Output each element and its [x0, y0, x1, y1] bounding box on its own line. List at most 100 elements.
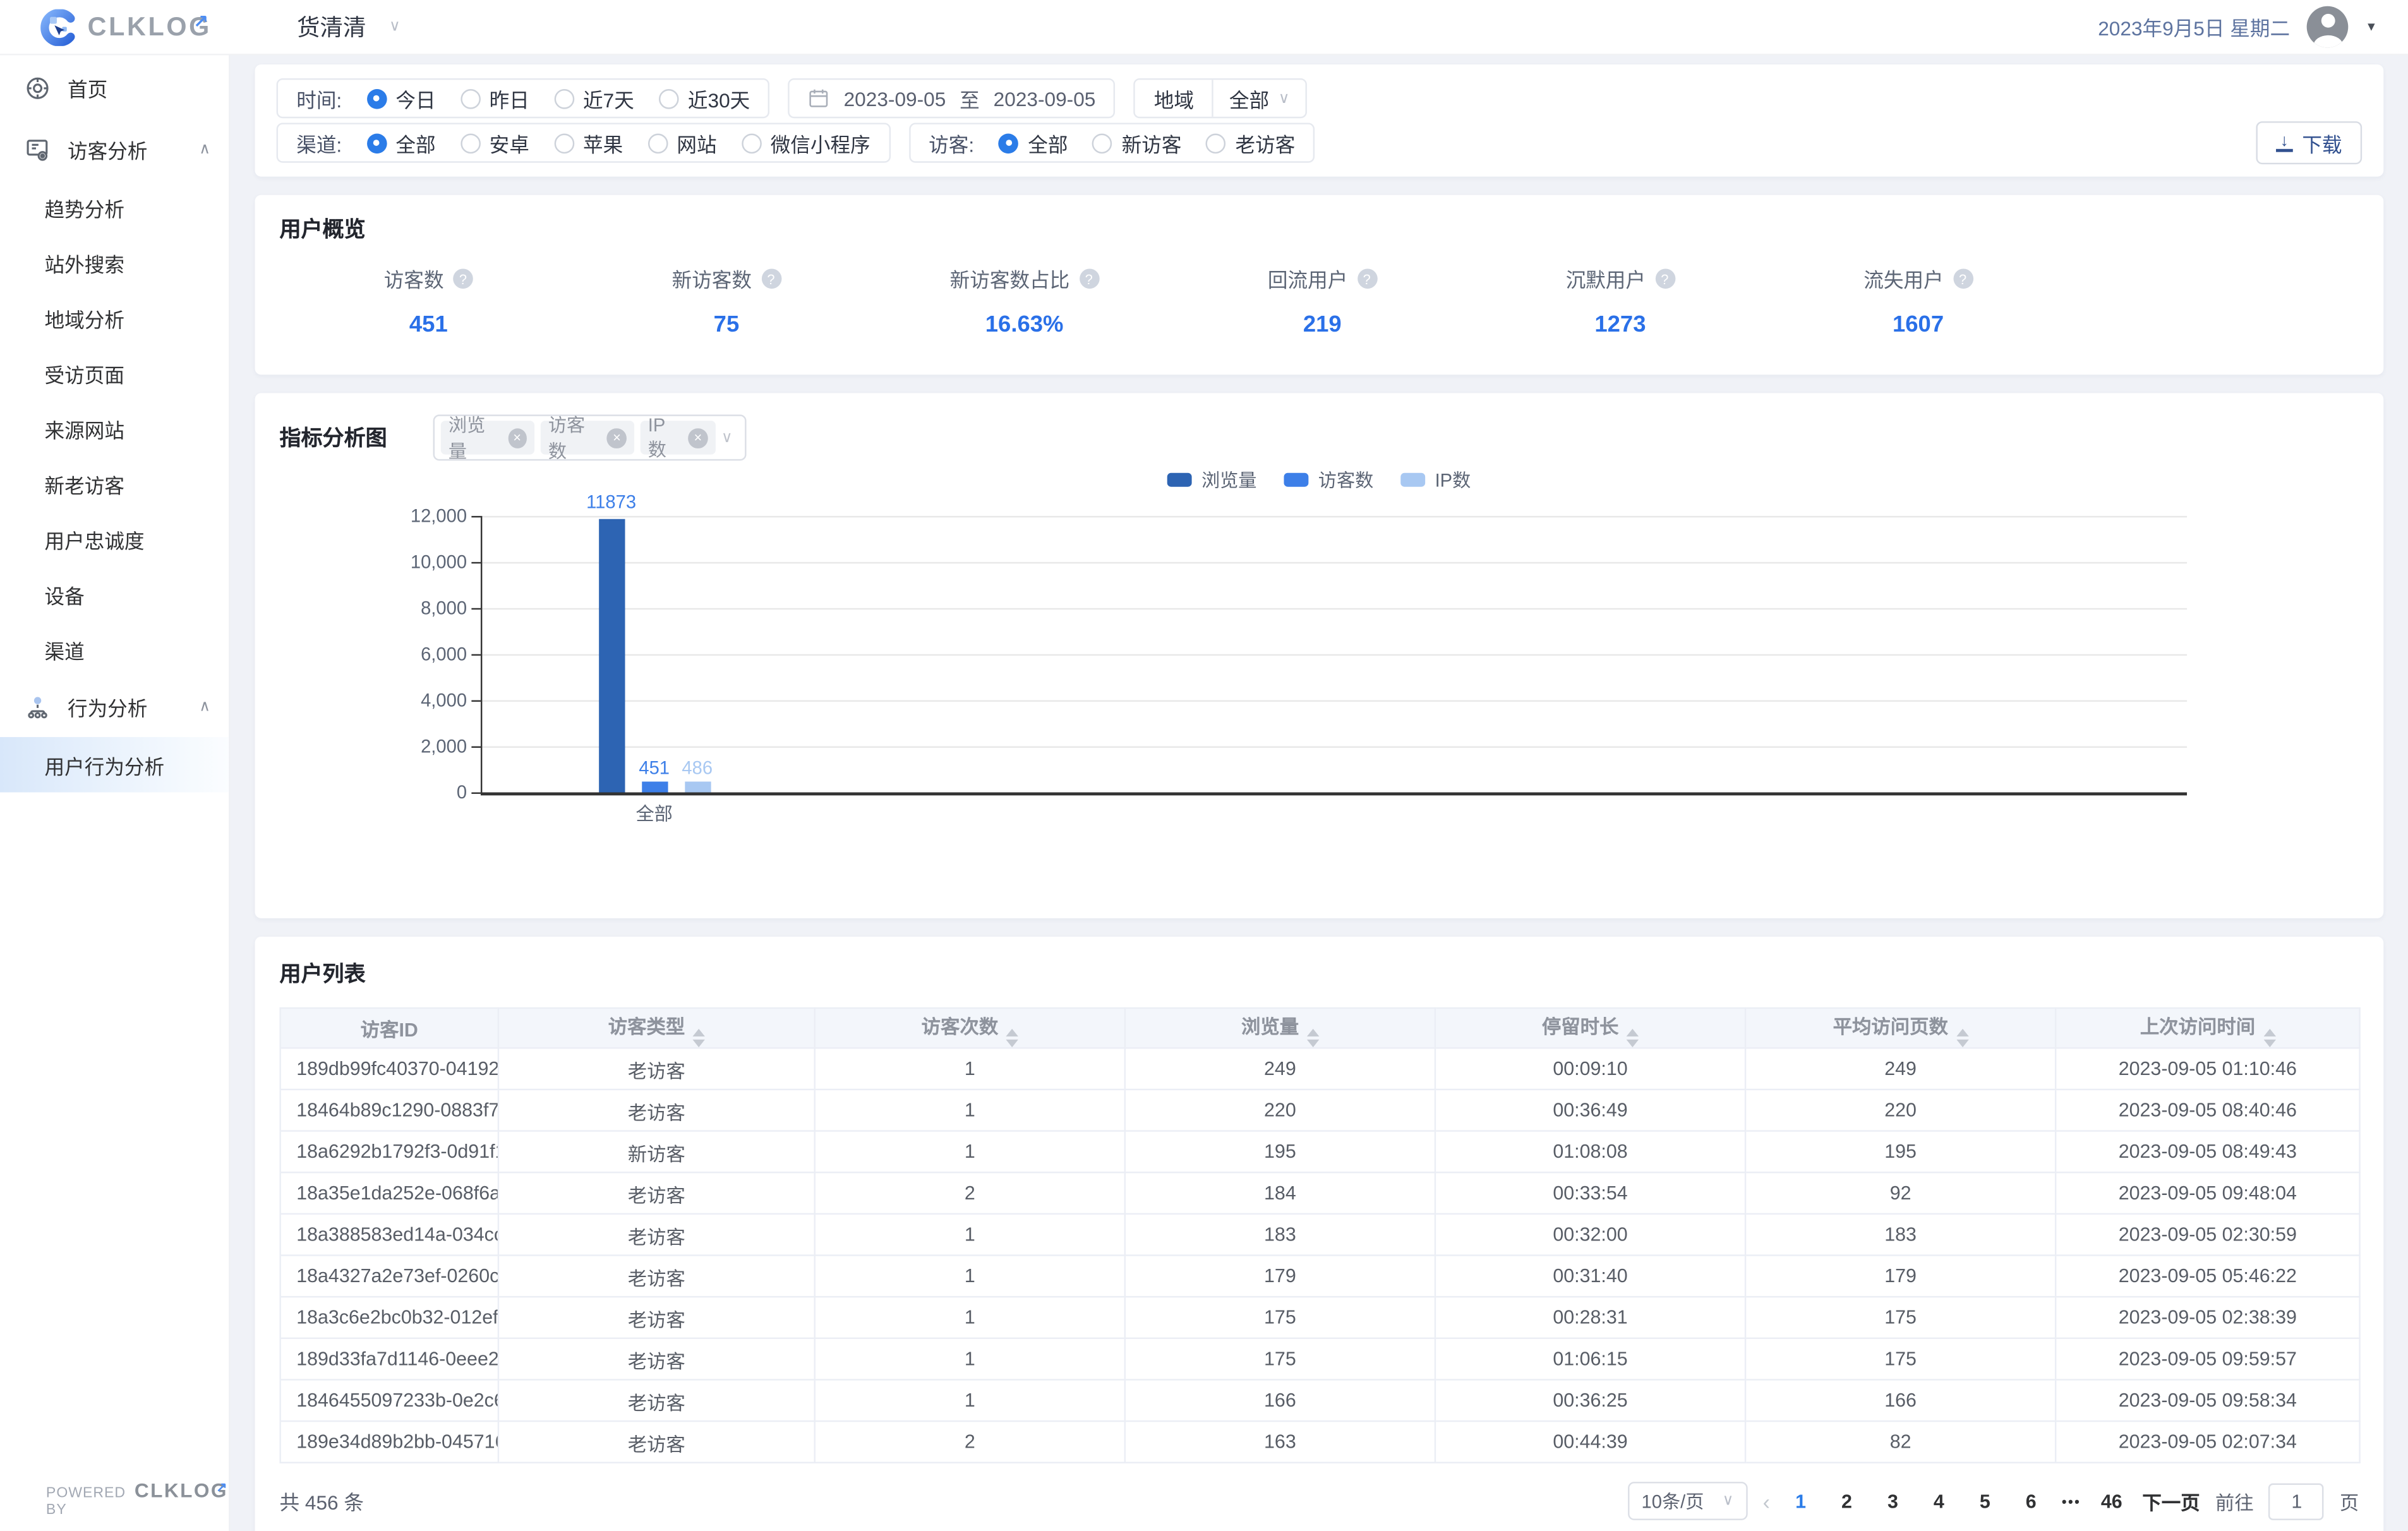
channel-filter-label: 渠道:: [296, 128, 342, 157]
chevron-up-icon[interactable]: ∧: [199, 699, 210, 716]
channel-option-miniprogram[interactable]: 微信小程序: [742, 128, 870, 157]
visitor-option-returning[interactable]: 老访客: [1206, 128, 1295, 157]
date-range-picker[interactable]: 2023-09-05 至 2023-09-05: [788, 78, 1116, 118]
help-icon[interactable]: ?: [453, 268, 473, 289]
sidebar-group-behavior-analysis[interactable]: 行为分析 ∧: [0, 677, 229, 737]
sort-icons[interactable]: [1006, 1028, 1018, 1047]
page-1[interactable]: 1: [1785, 1490, 1816, 1511]
y-axis-tick-label: 2,000: [279, 736, 467, 757]
help-icon[interactable]: ?: [1655, 268, 1675, 289]
col-stay-duration[interactable]: 停留时长: [1435, 1008, 1745, 1048]
goto-page-input[interactable]: [2269, 1482, 2325, 1519]
radio-icon: [1092, 133, 1112, 153]
close-icon[interactable]: ×: [689, 428, 707, 448]
col-pageviews[interactable]: 浏览量: [1125, 1008, 1435, 1048]
channel-option-android[interactable]: 安卓: [460, 128, 529, 157]
download-icon: ↓: [2276, 135, 2293, 152]
page-last[interactable]: 46: [2096, 1490, 2127, 1511]
chevron-up-icon[interactable]: ∧: [199, 141, 210, 159]
sort-icons[interactable]: [1306, 1028, 1318, 1047]
cell-visitor-id: 1846455097233b-0e2c63...: [280, 1379, 498, 1421]
help-icon[interactable]: ?: [1953, 268, 1973, 289]
help-icon[interactable]: ?: [1079, 268, 1099, 289]
sidebar-item-channels[interactable]: 渠道: [0, 622, 229, 678]
sort-icons[interactable]: [1956, 1028, 1968, 1047]
sidebar-item-visited-pages[interactable]: 受访页面: [0, 345, 229, 401]
user-avatar[interactable]: [2307, 6, 2349, 48]
sidebar-item-external-search[interactable]: 站外搜索: [0, 235, 229, 291]
channel-option-all[interactable]: 全部: [366, 128, 435, 157]
col-visitor-type[interactable]: 访客类型: [498, 1008, 815, 1048]
help-icon[interactable]: ?: [1357, 268, 1377, 289]
bar-ip[interactable]: [685, 781, 711, 792]
table-title: 用户列表: [279, 958, 2359, 989]
sort-icons[interactable]: [692, 1028, 704, 1047]
page-size-select[interactable]: 10条/页 ∨: [1628, 1482, 1748, 1520]
project-selector[interactable]: 货清清 ∨: [297, 11, 400, 43]
page-2[interactable]: 2: [1831, 1490, 1862, 1511]
next-page-button[interactable]: 下一页: [2142, 1486, 2200, 1515]
legend-swatch: [1284, 473, 1309, 487]
sidebar-item-referrer-sites[interactable]: 来源网站: [0, 401, 229, 457]
channel-option-website[interactable]: 网站: [647, 128, 716, 157]
bar-pageviews[interactable]: [599, 519, 625, 793]
col-last-visit[interactable]: 上次访问时间: [2056, 1008, 2359, 1048]
metric-multiselect[interactable]: 浏览量× 访客数× IP数× ∨: [433, 414, 747, 460]
time-option-yesterday[interactable]: 昨日: [460, 84, 529, 113]
time-option-30days[interactable]: 近30天: [659, 84, 750, 113]
sort-icons[interactable]: [2263, 1028, 2275, 1047]
end-date[interactable]: 2023-09-05: [994, 87, 1096, 109]
y-axis-tick: [471, 516, 481, 517]
channel-filter-group: 渠道: 全部 安卓 苹果 网站 微信小程序: [277, 123, 891, 162]
chevron-down-icon: ∨: [1723, 1492, 1734, 1510]
sidebar-group-visitor-analysis[interactable]: 访客分析 ∧: [0, 120, 229, 180]
table-row: 18a6292b1792f3-0d91f1d...新访客119501:08:08…: [280, 1131, 2360, 1173]
time-option-7days[interactable]: 近7天: [554, 84, 634, 113]
legend-item-ip[interactable]: IP数: [1401, 467, 1471, 493]
caret-down-icon[interactable]: ▼: [2365, 20, 2377, 34]
legend-item-pageviews[interactable]: 浏览量: [1167, 467, 1256, 493]
legend-item-visitors[interactable]: 访客数: [1284, 467, 1373, 493]
legend-swatch: [1401, 473, 1426, 487]
help-icon[interactable]: ?: [761, 268, 781, 289]
sidebar-item-home[interactable]: 首页: [0, 56, 229, 120]
sidebar-item-new-old-visitors[interactable]: 新老访客: [0, 456, 229, 512]
close-icon[interactable]: ×: [607, 428, 626, 448]
page-3[interactable]: 3: [1877, 1490, 1908, 1511]
sidebar-item-trend-analysis[interactable]: 趋势分析: [0, 179, 229, 235]
sidebar-item-user-behavior-analysis[interactable]: 用户行为分析: [0, 737, 229, 793]
bar-value-ip: 486: [644, 757, 751, 779]
close-icon[interactable]: ×: [508, 428, 527, 448]
page-6[interactable]: 6: [2016, 1490, 2047, 1511]
start-date[interactable]: 2023-09-05: [844, 87, 946, 109]
table-row: 18a3c6e2bc0b32-012efc6...老访客117500:28:31…: [280, 1297, 2360, 1338]
y-axis-tick-label: 12,000: [279, 505, 467, 527]
radio-icon: [554, 133, 574, 153]
prev-page-button[interactable]: ‹: [1763, 1489, 1770, 1513]
download-button[interactable]: ↓ 下载: [2256, 121, 2362, 164]
col-avg-pages[interactable]: 平均访问页数: [1745, 1008, 2056, 1048]
cell-visitor-id: 18a6292b1792f3-0d91f1d...: [280, 1131, 498, 1173]
col-visit-count[interactable]: 访客次数: [815, 1008, 1125, 1048]
page-5[interactable]: 5: [1970, 1490, 2001, 1511]
sidebar-item-user-loyalty[interactable]: 用户忠诚度: [0, 512, 229, 567]
cell-visitor-id: 18a388583ed14a-034cc3...: [280, 1214, 498, 1256]
visitor-option-all[interactable]: 全部: [999, 128, 1068, 157]
sidebar-item-devices[interactable]: 设备: [0, 567, 229, 622]
stat-value: 1607: [1769, 312, 2068, 338]
radio-icon: [460, 88, 480, 109]
brand-text: CLKLOG↗: [88, 11, 211, 42]
sort-icons[interactable]: [1627, 1028, 1639, 1047]
time-option-today[interactable]: 今日: [366, 84, 435, 113]
stat-value: 16.63%: [876, 312, 1174, 338]
page-4[interactable]: 4: [1923, 1490, 1954, 1511]
visitor-option-new[interactable]: 新访客: [1092, 128, 1181, 157]
channel-option-ios[interactable]: 苹果: [554, 128, 623, 157]
bar-visitors[interactable]: [642, 781, 668, 792]
more-pages-icon[interactable]: •••: [2062, 1493, 2081, 1508]
home-globe-icon: [25, 75, 51, 100]
region-select[interactable]: 全部∨: [1214, 84, 1305, 113]
sidebar-item-region-analysis[interactable]: 地域分析: [0, 290, 229, 345]
col-visitor-id: 访客ID: [280, 1008, 498, 1048]
chart-header: 指标分析图 浏览量× 访客数× IP数× ∨: [279, 414, 2359, 460]
